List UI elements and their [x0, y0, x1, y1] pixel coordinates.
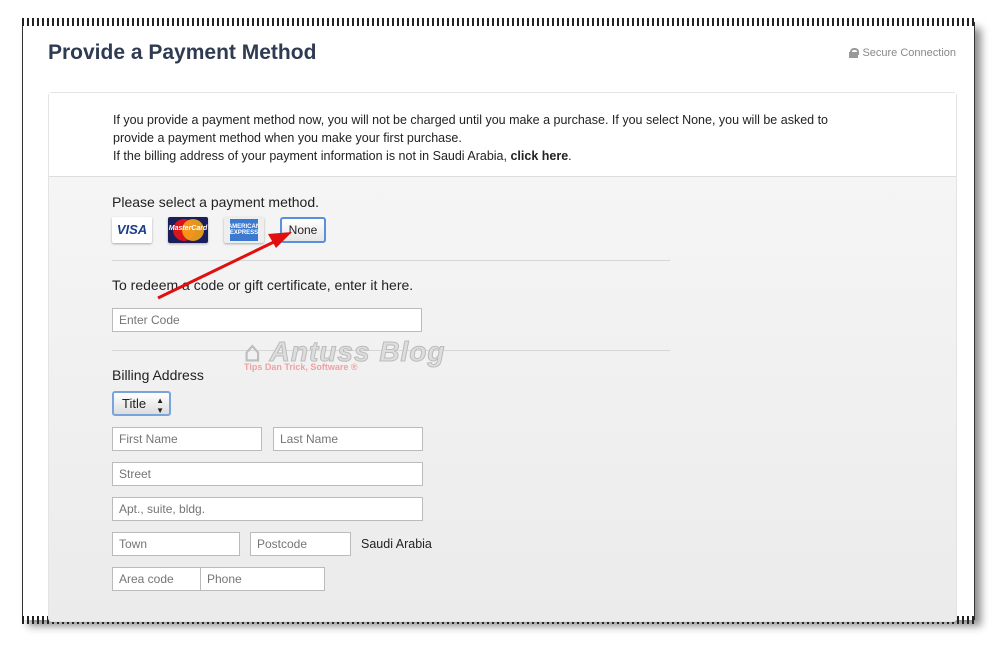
arrow-shaft — [157, 238, 279, 300]
arrow-head-icon — [268, 232, 292, 248]
annotation-arrow — [157, 232, 292, 300]
